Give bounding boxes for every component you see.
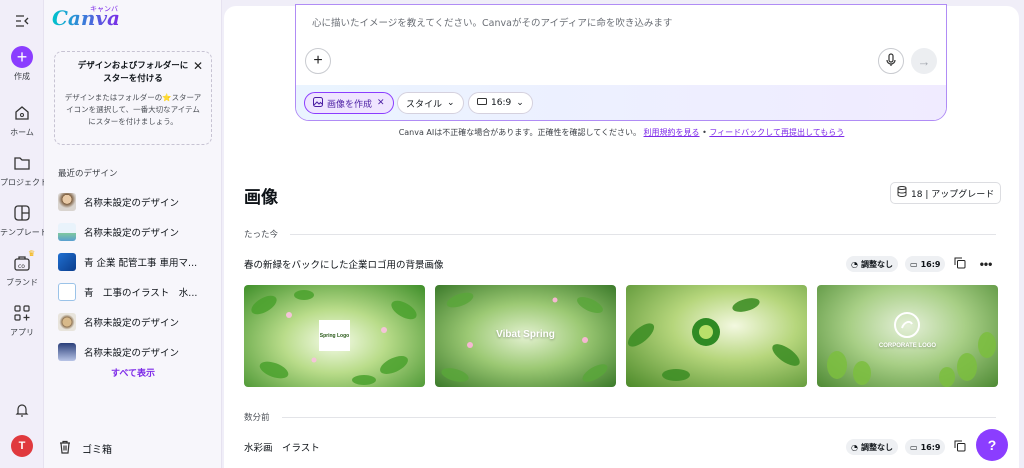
avatar: T [11, 435, 33, 457]
plus-icon: + [11, 46, 33, 68]
recent-design-item[interactable]: 名称未設定のデザイン [58, 337, 218, 367]
palette-icon: ◔ [851, 259, 858, 269]
account-button[interactable]: T [0, 435, 44, 457]
trash-button[interactable]: ゴミ箱 [58, 440, 112, 457]
copy-prompt-button[interactable] [951, 438, 969, 456]
terms-link[interactable]: 利用規約を見る [644, 128, 700, 137]
recent-design-item[interactable]: 名称未設定のデザイン [58, 187, 218, 217]
arrow-right-icon: → [917, 53, 931, 69]
main-content: 心に描いたイメージを教えてください。Canvaがそのアイディアに命を吹き込みます… [224, 4, 1019, 468]
plus-icon: + [313, 52, 323, 69]
close-icon[interactable]: ✕ [377, 98, 385, 108]
generated-image[interactable]: Vibat Spring [435, 285, 616, 387]
voice-input-button[interactable] [878, 48, 904, 74]
ratio-badge: ▭ 16:9 [905, 439, 946, 455]
send-button[interactable]: → [911, 48, 937, 74]
palette-icon: ◔ [851, 442, 858, 452]
star-icon: ⭐ [162, 93, 172, 102]
template-icon [11, 202, 33, 224]
star-tip-body: デザインまたはフォルダーの⭐スターア イコンを選択して、一番大切なアイテム にス… [64, 93, 202, 126]
divider [290, 234, 996, 235]
crown-icon: ♛ [28, 249, 36, 258]
more-options-button[interactable]: ••• [977, 255, 995, 273]
microphone-icon [885, 52, 897, 70]
design-thumbnail [58, 223, 76, 241]
more-horizontal-icon: ••• [979, 257, 993, 271]
svg-text:co: co [18, 263, 25, 270]
design-thumbnail [58, 283, 76, 301]
collapse-sidebar-button[interactable] [0, 10, 44, 32]
recent-designs-title: 最近のデザイン [58, 169, 118, 179]
aspect-ratio-dropdown[interactable]: 16:9 ⌄ [468, 92, 533, 114]
side-panel: Canva キャンバ ✕ デザインおよびフォルダーに スターを付ける デザインま… [44, 0, 222, 468]
generation-prompt-title: 春の新緑をバックにした企業ロゴ用の背景画像 [244, 260, 444, 271]
design-thumbnail [58, 343, 76, 361]
nav-brand[interactable]: co ♛ ブランド [0, 249, 44, 288]
generation-prompt-title: 水彩画 イラスト [244, 443, 320, 454]
nav-templates[interactable]: テンプレート [0, 202, 48, 238]
copy-icon [954, 257, 966, 272]
generated-image[interactable]: Spring Logo [244, 285, 425, 387]
help-button[interactable]: ? [976, 429, 1008, 461]
recent-design-item[interactable]: 青 企業 配管工事 車用マ... [58, 247, 218, 277]
apps-icon [11, 302, 33, 324]
prompt-input[interactable]: 心に描いたイメージを教えてください。Canvaがそのアイディアに命を吹き込みます [312, 15, 672, 29]
style-dropdown[interactable]: スタイル ⌄ [397, 92, 464, 114]
recent-design-item[interactable]: 名称未設定のデザイン [58, 217, 218, 247]
sidebar-toggle-icon [11, 10, 33, 32]
aspect-ratio-icon [477, 98, 487, 108]
create-button[interactable]: + 作成 [0, 46, 44, 82]
home-icon [11, 102, 33, 124]
ai-disclaimer: Canva AIは不正確な場合があります。正確性を確認してください。 利用規約を… [398, 128, 845, 137]
chevron-down-icon: ⌄ [447, 98, 455, 108]
copy-prompt-button[interactable] [951, 255, 969, 273]
design-thumbnail [58, 193, 76, 211]
recent-design-item[interactable]: 青 工事のイラスト 水... [58, 277, 218, 307]
recent-design-item[interactable]: 名称未設定のデザイン [58, 307, 218, 337]
design-thumbnail [58, 253, 76, 271]
nav-projects[interactable]: プロジェクト [0, 152, 48, 188]
trash-icon [58, 440, 72, 457]
generated-image[interactable] [626, 285, 807, 387]
adjust-badge: ◔ 調整なし [846, 439, 898, 455]
divider [282, 417, 996, 418]
bell-icon [11, 399, 33, 421]
group-time-label: 数分前 [244, 413, 270, 423]
notifications-button[interactable] [0, 399, 44, 421]
copy-icon [954, 440, 966, 455]
aspect-ratio-icon: ▭ [910, 259, 918, 269]
image-icon [313, 96, 323, 110]
ratio-badge: ▭ 16:9 [905, 256, 946, 272]
group-time-label: たった今 [244, 230, 279, 240]
feedback-link[interactable]: フィードバックして再提出してもらう [709, 128, 844, 137]
prompt-options-bar: 画像を作成 ✕ スタイル ⌄ 16:9 ⌄ [296, 85, 946, 120]
chevron-down-icon: ⌄ [516, 98, 524, 108]
create-image-chip[interactable]: 画像を作成 ✕ [304, 92, 394, 114]
generated-image[interactable]: CORPORATE LOGO [817, 285, 998, 387]
show-all-link[interactable]: すべて表示 [44, 366, 222, 379]
recent-designs-list: 名称未設定のデザイン 名称未設定のデザイン 青 企業 配管工事 車用マ... 青… [58, 187, 218, 367]
aspect-ratio-icon: ▭ [910, 442, 918, 452]
credits-upgrade-button[interactable]: 18 | アップグレード [890, 182, 1002, 204]
canva-logo[interactable]: Canva キャンバ [52, 5, 120, 30]
left-rail: + 作成 ホーム プロジェクト テンプレート co ♛ ブランド アプリ T [0, 0, 48, 468]
design-thumbnail [58, 313, 76, 331]
add-attachment-button[interactable]: + [305, 48, 331, 74]
database-icon [897, 186, 907, 200]
star-tip-card: ✕ デザインおよびフォルダーに スターを付ける デザインまたはフォルダーの⭐スタ… [54, 51, 212, 145]
images-section-title: 画像 [244, 188, 278, 208]
folder-icon [11, 152, 33, 174]
nav-apps[interactable]: アプリ [0, 302, 44, 338]
nav-home[interactable]: ホーム [0, 102, 44, 138]
adjust-badge: ◔ 調整なし [846, 256, 898, 272]
ai-prompt-box: 心に描いたイメージを教えてください。Canvaがそのアイディアに命を吹き込みます… [295, 4, 947, 121]
close-icon[interactable]: ✕ [193, 59, 203, 73]
star-tip-title: デザインおよびフォルダーに スターを付ける [77, 61, 189, 84]
